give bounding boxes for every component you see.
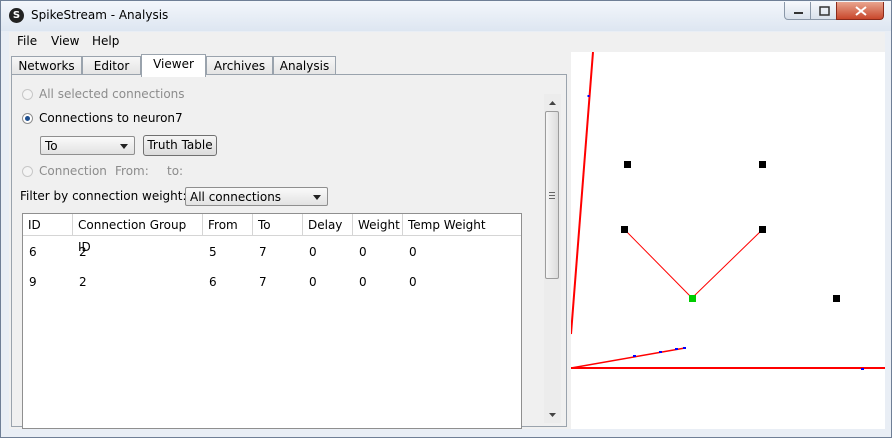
column-header-to[interactable]: To <box>253 214 303 236</box>
network-canvas[interactable] <box>570 51 885 429</box>
title-bar[interactable]: S SpikeStream - Analysis <box>1 1 891 31</box>
connections-table: ID Connection Group ID From To Delay Wei… <box>22 213 522 429</box>
cell-group-id: 2 <box>79 245 87 259</box>
app-icon: S <box>9 8 24 23</box>
connection-line <box>623 228 693 299</box>
axis-marker <box>587 95 590 97</box>
menu-view[interactable]: View <box>51 34 79 48</box>
direction-select[interactable]: To <box>40 136 135 155</box>
chevron-down-icon <box>313 195 321 200</box>
cell-from: 6 <box>209 275 217 289</box>
menu-help[interactable]: Help <box>92 34 119 48</box>
tab-archives[interactable]: Archives <box>206 56 273 75</box>
menu-bar: File View Help <box>9 32 885 52</box>
column-header-weight[interactable]: Weight <box>353 214 403 236</box>
connection-line <box>691 228 764 299</box>
selected-neuron[interactable] <box>689 295 696 302</box>
axis-marker <box>683 347 686 349</box>
cell-group-id: 2 <box>79 275 87 289</box>
from-label: From: <box>115 164 149 178</box>
tab-analysis[interactable]: Analysis <box>273 56 336 75</box>
maximize-button[interactable] <box>810 2 837 20</box>
cell-to: 7 <box>259 245 267 259</box>
window-title: SpikeStream - Analysis <box>31 8 169 22</box>
filter-select[interactable]: All connections <box>185 187 328 206</box>
minimize-icon <box>794 12 803 14</box>
tab-viewer[interactable]: Viewer <box>141 54 206 77</box>
axis-marker <box>861 368 864 370</box>
column-header-from[interactable]: From <box>203 214 253 236</box>
network-viewer[interactable] <box>570 51 885 429</box>
filter-label: Filter by connection weight: <box>20 189 187 203</box>
axis-line <box>570 347 686 369</box>
panel-scrollbar[interactable] <box>544 94 561 423</box>
cell-id: 9 <box>29 275 37 289</box>
connections-to-neuron-label: Connections to neuron <box>39 111 176 125</box>
column-header-delay[interactable]: Delay <box>303 214 353 236</box>
connection-radio[interactable] <box>22 166 33 177</box>
cell-temp-weight: 0 <box>409 245 417 259</box>
chevron-down-icon <box>120 144 128 149</box>
cell-to: 7 <box>259 275 267 289</box>
cell-delay: 0 <box>309 275 317 289</box>
column-header-group-id[interactable]: Connection Group ID <box>73 214 203 254</box>
client-area: Networks Editor Viewer Archives Analysis… <box>9 51 885 429</box>
neuron[interactable] <box>621 226 628 233</box>
cell-id: 6 <box>29 245 37 259</box>
neuron[interactable] <box>833 295 840 302</box>
maximize-icon <box>819 6 830 16</box>
axis-marker <box>675 348 678 350</box>
neuron[interactable] <box>624 161 631 168</box>
filter-value: All connections <box>190 190 282 204</box>
column-header-id[interactable]: ID <box>23 214 73 236</box>
connection-label: Connection <box>39 164 107 178</box>
connections-to-neuron-radio[interactable] <box>22 113 33 124</box>
neuron[interactable] <box>759 226 766 233</box>
axis-marker <box>633 355 636 357</box>
minimize-button[interactable] <box>784 2 811 20</box>
cell-delay: 0 <box>309 245 317 259</box>
scroll-down-icon[interactable] <box>544 408 561 422</box>
close-icon <box>855 6 867 16</box>
tab-editor[interactable]: Editor <box>82 56 141 75</box>
all-selected-radio[interactable] <box>22 89 33 100</box>
application-window: S SpikeStream - Analysis File View Help … <box>0 0 892 438</box>
all-selected-label: All selected connections <box>39 87 185 101</box>
scroll-up-icon[interactable] <box>544 96 561 110</box>
axis-marker <box>659 351 662 353</box>
direction-value: To <box>45 139 58 153</box>
column-header-temp-weight[interactable]: Temp Weight <box>403 214 521 236</box>
cell-temp-weight: 0 <box>409 275 417 289</box>
cell-weight: 0 <box>359 245 367 259</box>
axis-line <box>570 51 594 335</box>
viewer-panel: All selected connections Connections to … <box>11 74 567 429</box>
neuron[interactable] <box>759 161 766 168</box>
tab-networks[interactable]: Networks <box>11 56 82 75</box>
scrollbar-thumb[interactable] <box>545 111 559 279</box>
menu-file[interactable]: File <box>17 34 37 48</box>
neuron-id-value: 7 <box>175 111 183 125</box>
truth-table-button[interactable]: Truth Table <box>143 135 217 156</box>
to-label: to: <box>167 164 184 178</box>
cell-weight: 0 <box>359 275 367 289</box>
cell-from: 5 <box>209 245 217 259</box>
close-button[interactable] <box>836 2 884 20</box>
